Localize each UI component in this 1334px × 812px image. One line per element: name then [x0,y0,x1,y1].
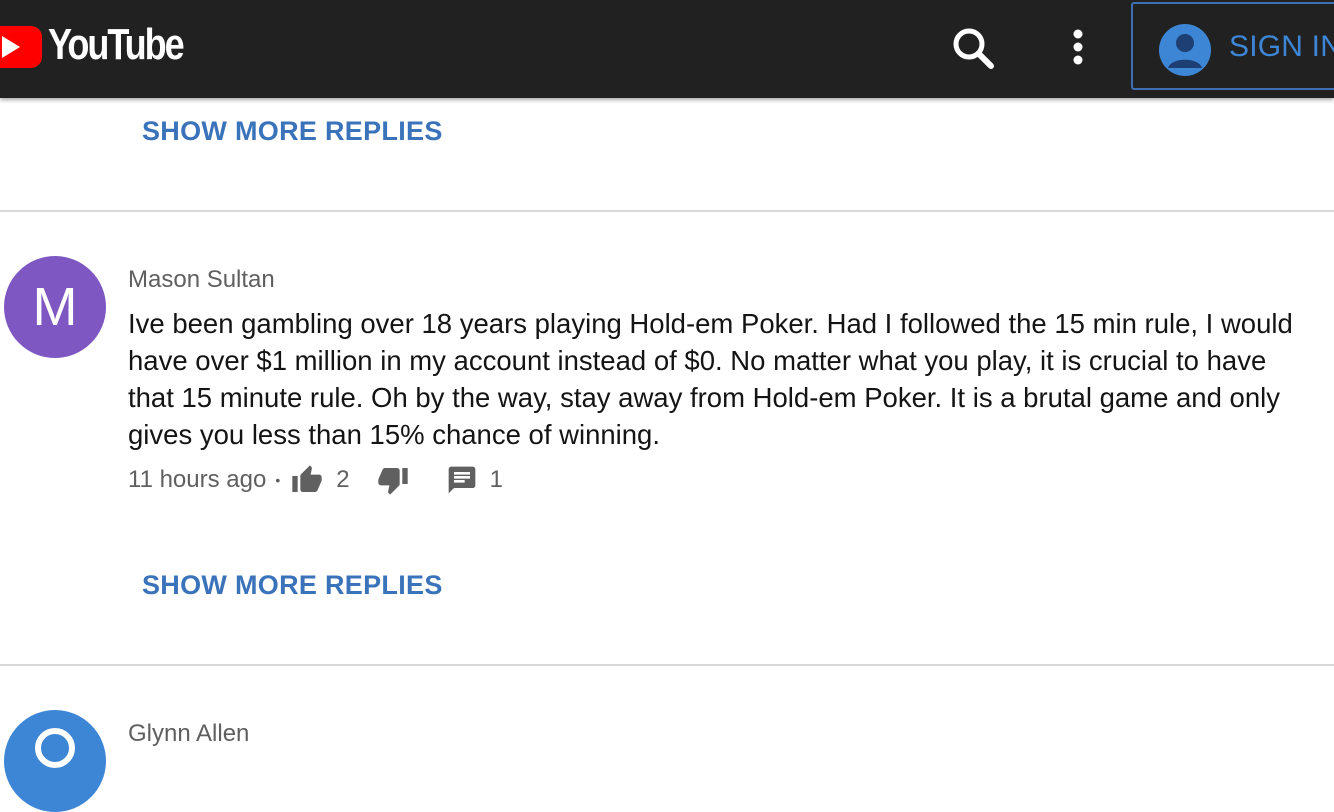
comment-actions: 11 hours ago • 2 1 [128,462,503,498]
comment-divider [0,664,1334,666]
youtube-logo-text[interactable]: YouTube [48,20,185,70]
reply-button[interactable] [446,464,478,496]
sign-in-button[interactable]: SIGN IN [1131,2,1334,90]
top-app-bar: YouTube SIGN IN [0,0,1334,98]
show-more-replies-link[interactable]: SHOW MORE REPLIES [142,570,443,601]
account-circle-icon [35,728,75,768]
thumb-up-icon [292,465,322,492]
comment-author[interactable]: Glynn Allen [128,720,249,748]
reply-count: 1 [489,466,503,493]
like-button[interactable] [290,464,324,496]
account-circle-icon [1159,24,1211,76]
show-more-replies-link[interactable]: SHOW MORE REPLIES [142,116,443,147]
comment-divider [0,210,1334,212]
more-options-button[interactable] [1058,22,1098,74]
more-vert-icon [1073,29,1083,65]
avatar[interactable] [4,710,106,812]
comment-text: Ive been gambling over 18 years playing … [128,308,1293,450]
search-icon [953,28,994,69]
comment-timestamp: 11 hours ago [128,466,267,493]
comment-author[interactable]: Mason Sultan [128,266,275,294]
dislike-button[interactable] [376,464,410,496]
thumb-down-icon [377,468,408,495]
comment-icon [448,466,475,494]
search-button[interactable] [948,22,1000,74]
sign-in-label: SIGN IN [1229,30,1334,63]
like-count: 2 [336,466,350,493]
separator-dot: • [275,472,281,488]
youtube-play-logo-icon[interactable] [0,26,42,68]
avatar[interactable]: M [4,256,106,358]
